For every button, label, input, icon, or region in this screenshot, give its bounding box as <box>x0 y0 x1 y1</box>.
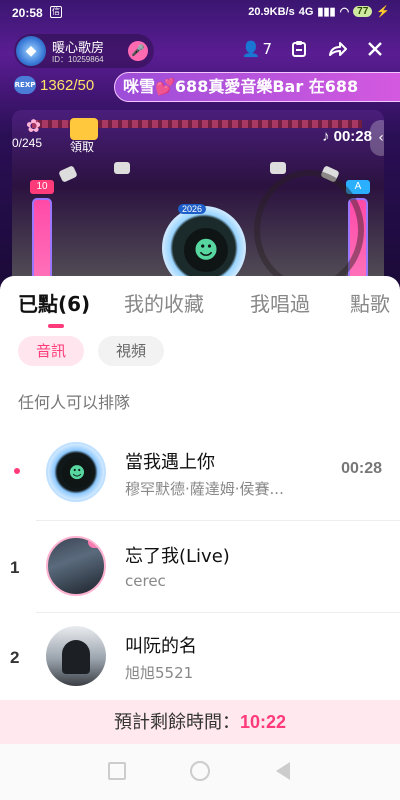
stage-timer: ♪ 00:28 <box>322 128 372 145</box>
song-title: 當我遇上你 <box>125 452 215 473</box>
back-icon[interactable] <box>276 762 290 780</box>
gift-box-icon[interactable] <box>70 118 98 140</box>
spotlight-icon <box>270 162 286 174</box>
queue-index: 1 <box>10 558 20 577</box>
bunny-icon[interactable]: ✿ <box>26 116 41 137</box>
close-icon[interactable] <box>364 38 386 60</box>
song-artist: cerec <box>125 572 166 590</box>
microphone-icon[interactable]: 🎤 <box>128 41 148 61</box>
background-swirl <box>254 170 364 290</box>
audience-button[interactable]: 👤 7 <box>242 40 272 58</box>
song-title: 叫阮的名 <box>125 636 197 657</box>
spotlight-icon <box>58 165 78 183</box>
row-divider <box>36 612 400 613</box>
room-level-icon: ◆ <box>16 36 46 66</box>
song-artist: 旭旭5521 <box>125 664 194 682</box>
song-avatar <box>46 626 106 686</box>
stage-counter: 0/245 <box>12 136 43 150</box>
signal-icon: ▮▮▮ <box>317 6 336 18</box>
audience-count: 7 <box>262 40 272 58</box>
side-panel-toggle[interactable]: ‹ <box>370 120 384 156</box>
status-bar: 20:58 信 20.9KB/s 4G ▮▮▮ ◠ 77 ⚡ <box>0 0 400 26</box>
media-type-filter: 音訊 視頻 <box>18 336 165 366</box>
network-speed: 20.9KB/s <box>248 5 295 18</box>
person-icon: 👤 <box>241 40 261 58</box>
tab-favorites[interactable]: 我的收藏 <box>124 288 204 317</box>
notification-icon: 信 <box>50 6 62 18</box>
claim-button[interactable]: 領取 <box>70 138 94 155</box>
tab-sung[interactable]: 我唱過 <box>250 288 310 317</box>
avatar-frame-tag: 2026 <box>178 204 207 214</box>
tab-ordered[interactable]: 已點(6) <box>18 288 90 317</box>
avatar-face: ☻ <box>62 458 92 488</box>
exp-badge: REXP <box>14 76 36 94</box>
network-type: 4G <box>298 5 314 18</box>
home-icon[interactable] <box>190 761 210 781</box>
room-id: ID：10259864 <box>52 55 104 64</box>
avatar-face: ☻ <box>184 228 228 272</box>
system-nav-bar <box>0 744 400 800</box>
tab-request[interactable]: 點歌 <box>350 288 390 317</box>
queue-row[interactable]: 2 叫阮的名 旭旭5521 <box>0 614 400 700</box>
song-artist: 穆罕默德·薩達姆·侯賽... <box>125 480 284 498</box>
chip-video[interactable]: 視頻 <box>98 336 165 366</box>
announcement-ticker: 咪雪💕688真愛音樂Bar 在688 <box>114 72 400 102</box>
chip-audio[interactable]: 音訊 <box>18 336 85 366</box>
playing-indicator <box>14 468 20 474</box>
song-duration: 00:28 <box>341 460 382 477</box>
remaining-time-value: 10:22 <box>239 712 287 732</box>
timer-value: 00:28 <box>333 128 372 145</box>
active-tab-indicator <box>48 324 64 328</box>
song-avatar: ☻ <box>46 442 106 502</box>
room-area: 20:58 信 20.9KB/s 4G ▮▮▮ ◠ 77 ⚡ ◆ 暖心歌房 ID… <box>0 0 400 300</box>
recent-apps-icon[interactable] <box>108 762 126 780</box>
remaining-time-label: 預計剩餘時間： <box>113 712 240 733</box>
wifi-icon: ◠ <box>339 6 350 18</box>
room-header[interactable]: ◆ 暖心歌房 ID：10259864 🎤 <box>14 34 154 68</box>
left-meter-label: 10 <box>30 180 54 194</box>
song-title: 忘了我(Live) <box>125 546 230 567</box>
status-right: 20.9KB/s 4G ▮▮▮ ◠ 77 ⚡ <box>248 5 390 19</box>
room-exp: REXP 1362/50 <box>14 76 94 94</box>
queue-row[interactable]: 1 忘了我(Live) cerec <box>0 524 400 610</box>
header-actions: 👤 7 <box>242 38 386 60</box>
exp-value: 1362/50 <box>40 76 95 94</box>
song-avatar <box>46 536 106 596</box>
bow-decoration <box>88 538 104 548</box>
avatar-person <box>62 640 90 674</box>
stage-area: ✿ 0/245 領取 ♪ 00:28 ‹ 10 A 2026 ☻ <box>12 110 384 300</box>
row-divider <box>36 520 400 521</box>
queue-index: 2 <box>10 648 20 667</box>
song-queue-sheet: 已點(6) 我的收藏 我唱過 點歌 音訊 視頻 任何人可以排隊 ☻ 當我遇上你 … <box>0 276 400 800</box>
queue-permission-notice: 任何人可以排隊 <box>18 393 131 412</box>
queue-tabs: 已點(6) 我的收藏 我唱過 點歌 <box>0 288 400 328</box>
status-time: 20:58 <box>12 6 43 20</box>
clipboard-icon[interactable] <box>288 38 310 60</box>
queue-row-playing[interactable]: ☻ 當我遇上你 穆罕默德·薩達姆·侯賽... 00:28 <box>0 430 400 516</box>
note-icon: ♪ <box>322 128 330 145</box>
share-icon[interactable] <box>326 38 348 60</box>
charging-icon: ⚡ <box>376 6 390 18</box>
remaining-time-bar: 預計剩餘時間：10:22 <box>0 700 400 744</box>
spotlight-icon <box>114 162 130 174</box>
battery-level: 77 <box>353 6 373 17</box>
